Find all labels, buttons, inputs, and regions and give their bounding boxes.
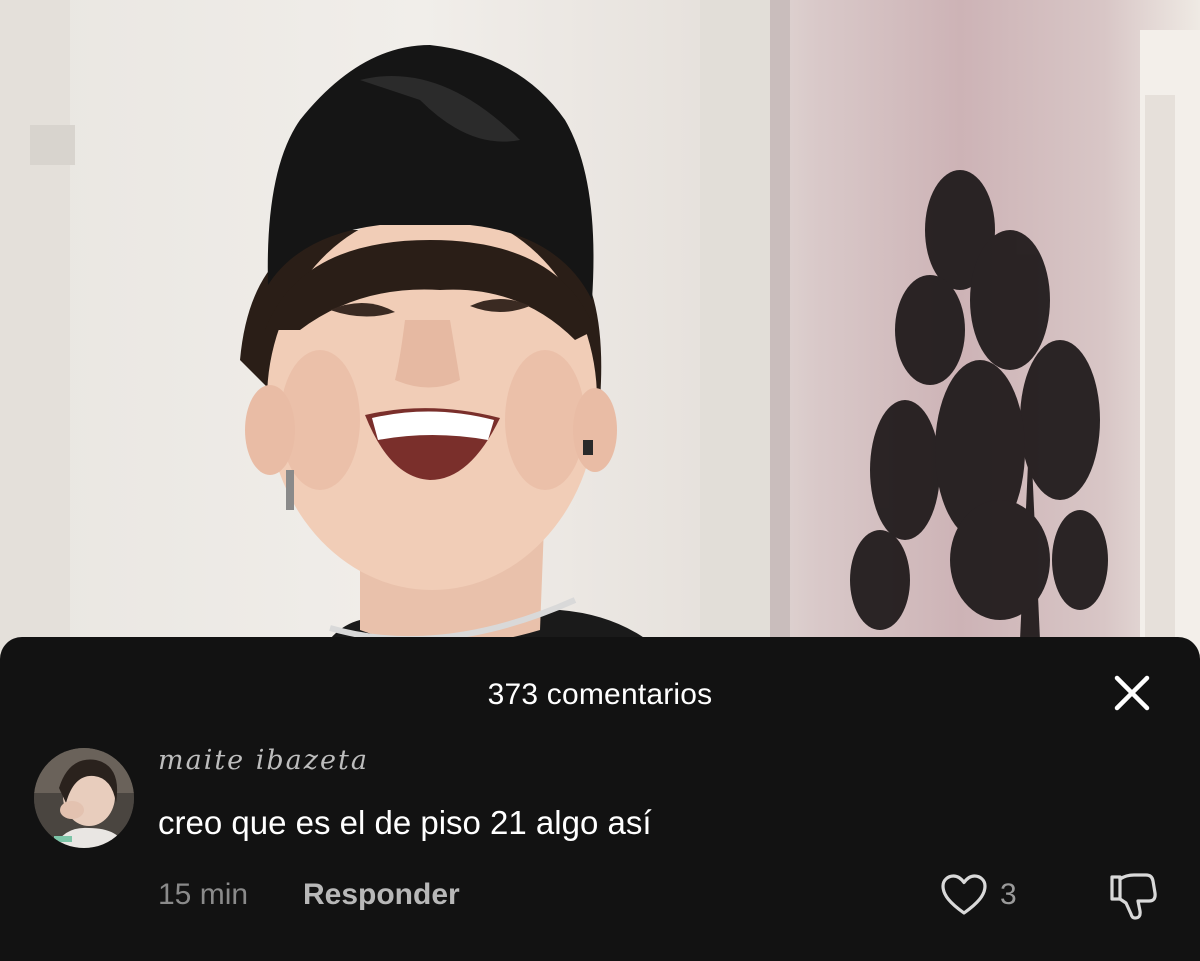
video-frame-illustration [0,0,1200,700]
like-count: 3 [1000,878,1017,911]
video-background[interactable] [0,0,1200,700]
close-icon [1114,675,1150,711]
thumbs-down-icon [1110,873,1157,920]
comments-count-title: 373 comentarios [487,678,713,711]
avatar-image [34,748,134,848]
screen: 373 comentarios maite ibazeta creo que e… [0,0,1200,961]
plant-silhouette [850,170,1108,640]
close-button[interactable] [1108,669,1156,717]
like-button[interactable] [940,873,988,917]
reply-button[interactable]: Responder [303,877,460,913]
comment-text: creo que es el de piso 21 algo así [158,804,652,841]
avatar[interactable] [34,748,134,848]
person-illustration [240,45,680,700]
heart-icon [941,874,987,915]
comment-timestamp: 15 min [158,878,249,911]
comment-author[interactable]: maite ibazeta [158,743,369,779]
comments-sheet: 373 comentarios maite ibazeta creo que e… [0,637,1200,961]
dislike-button[interactable] [1106,871,1158,921]
